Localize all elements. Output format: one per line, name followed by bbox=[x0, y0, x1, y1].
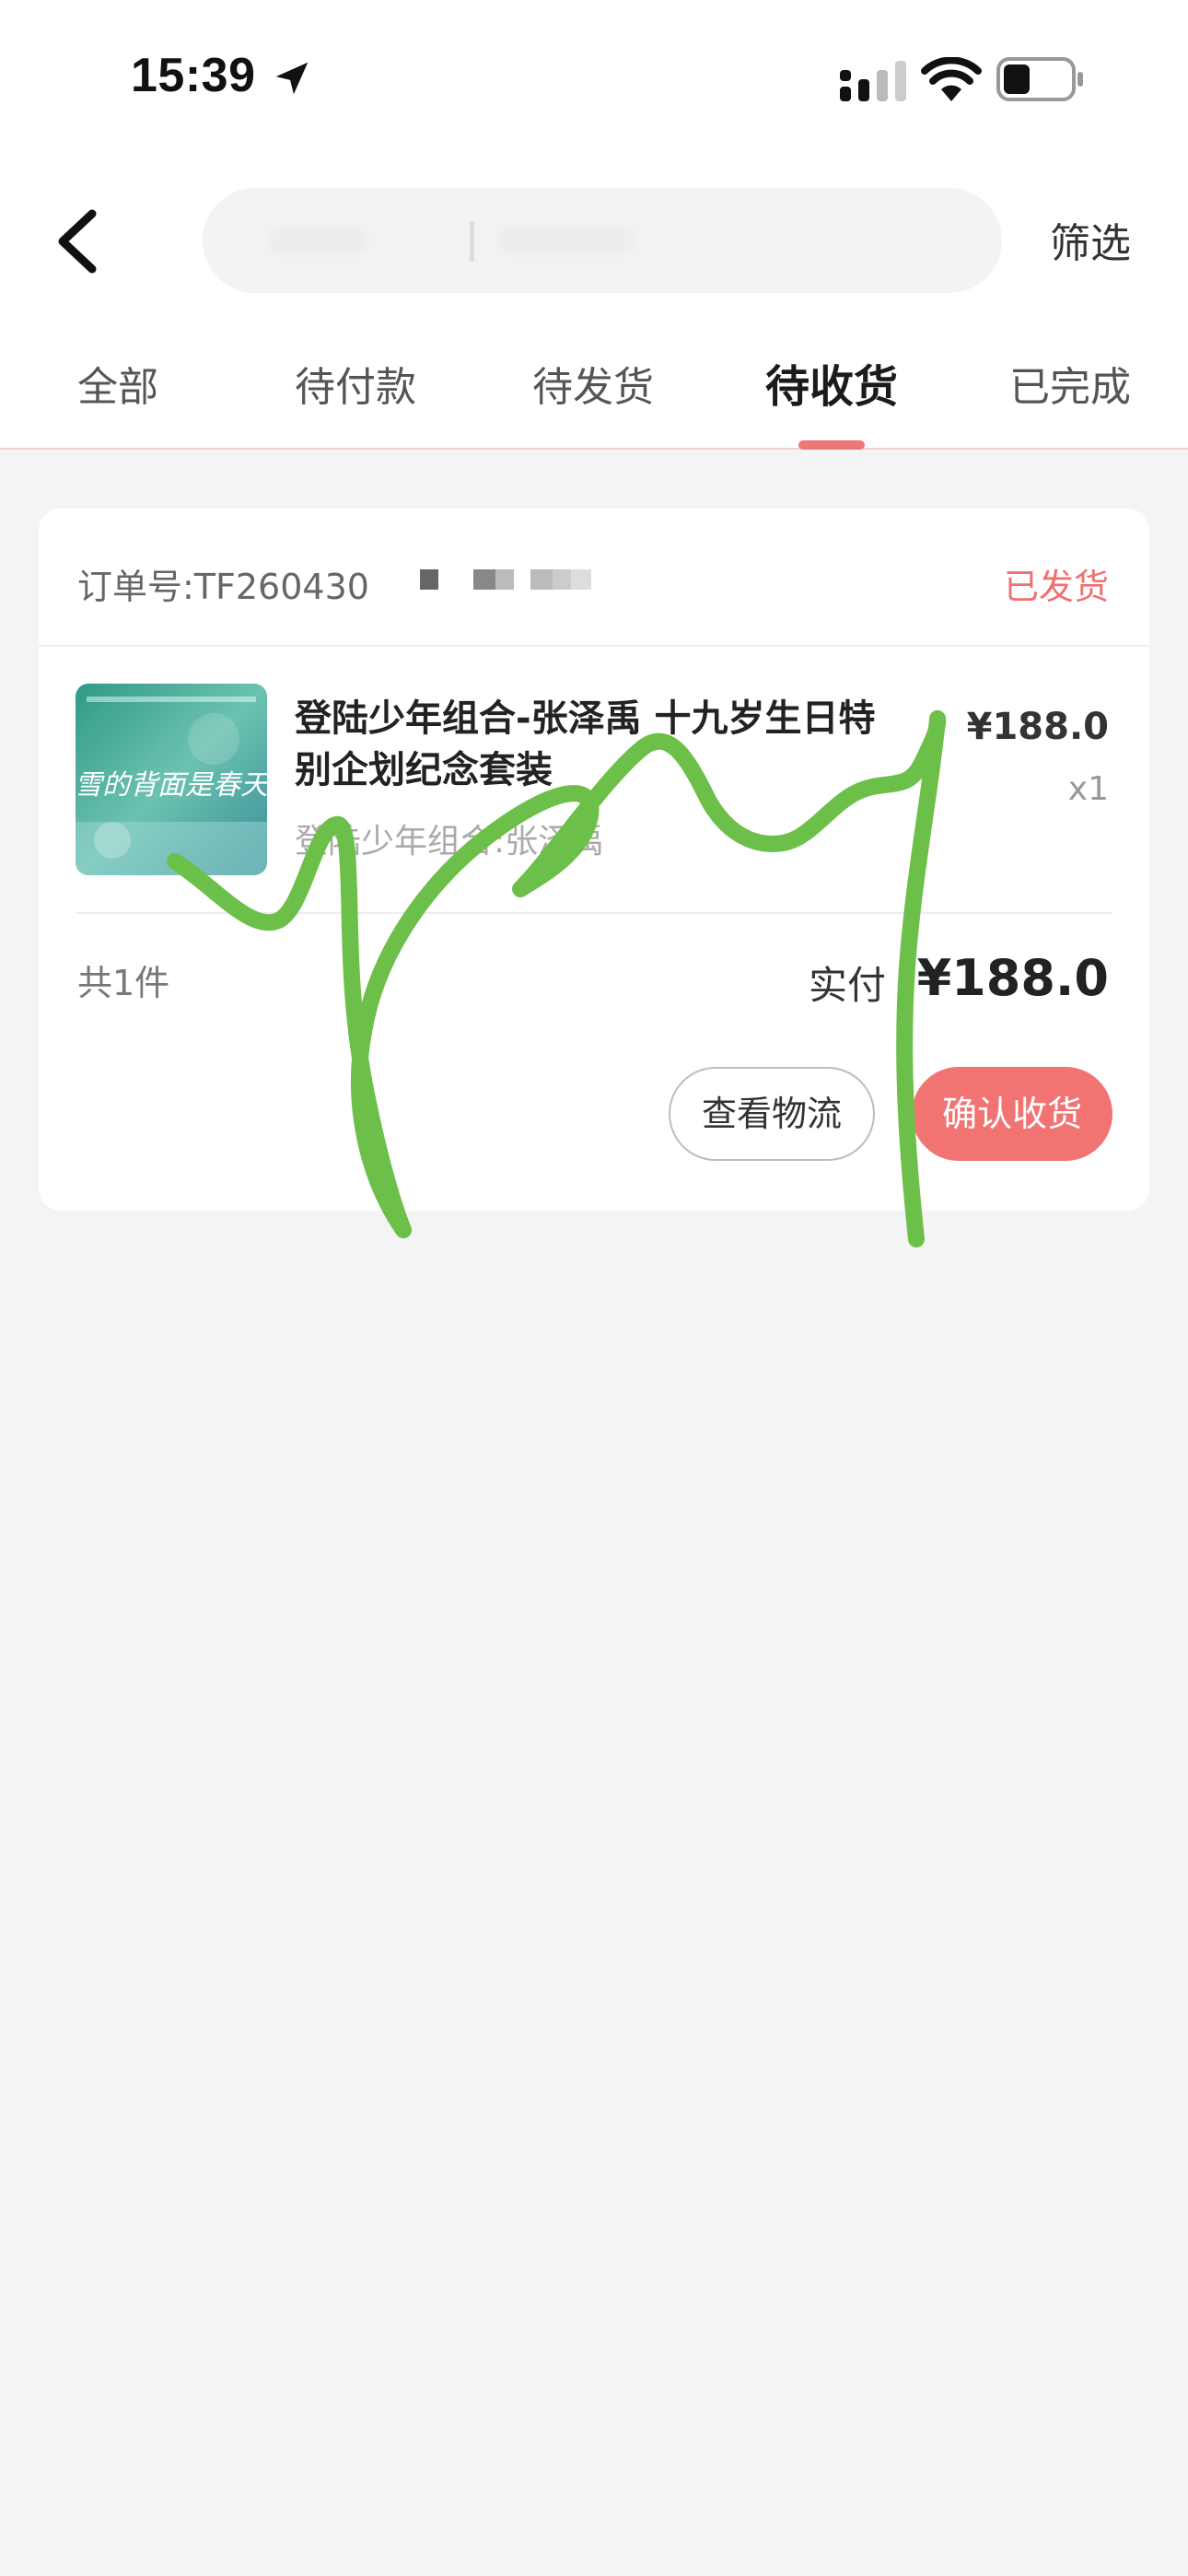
product-title[interactable]: 登陆少年组合-张泽禹 十九岁生日特别企划纪念套装 bbox=[295, 693, 884, 796]
divider bbox=[76, 912, 1112, 914]
wifi-icon bbox=[921, 57, 982, 101]
location-arrow-icon bbox=[275, 62, 309, 95]
order-status-badge: 已发货 bbox=[1003, 567, 1109, 607]
active-tab-indicator bbox=[798, 440, 865, 450]
unit-price: ¥188.0 bbox=[966, 706, 1109, 748]
order-number: 订单号:TF260430 bbox=[77, 567, 369, 607]
product-cover-art: 雪的背面是春天 bbox=[76, 684, 267, 875]
redaction-mask bbox=[473, 569, 495, 590]
redaction-mask bbox=[571, 569, 591, 590]
blurred-text bbox=[267, 227, 368, 254]
cellular-signal-icon bbox=[840, 61, 906, 101]
tab-all[interactable]: 全部 bbox=[26, 354, 210, 413]
product-image[interactable]: 雪的背面是春天 bbox=[76, 684, 267, 875]
redaction-mask bbox=[530, 569, 553, 590]
view-logistics-button[interactable]: 查看物流 bbox=[669, 1067, 875, 1161]
blurred-text bbox=[497, 227, 635, 254]
text-cursor bbox=[470, 221, 474, 262]
redaction-mask bbox=[495, 569, 514, 590]
top-area: 15:39 筛选 全部 待付款 待发货 待收货 已完成 bbox=[0, 0, 1188, 450]
battery-icon bbox=[996, 57, 1083, 101]
divider bbox=[39, 645, 1149, 647]
order-card[interactable]: 订单号:TF260430 已发货 雪的背面是春天 登陆少年组合-张泽禹 十九岁生… bbox=[39, 509, 1149, 1211]
redaction-mask bbox=[553, 569, 571, 590]
paid-label: 实付 bbox=[809, 963, 887, 1008]
back-icon[interactable] bbox=[52, 208, 103, 275]
filter-button[interactable]: 筛选 bbox=[1050, 210, 1131, 269]
redaction-mask bbox=[420, 569, 438, 590]
tab-pending-receipt[interactable]: 待收货 bbox=[740, 350, 924, 415]
tab-pending-payment[interactable]: 待付款 bbox=[263, 354, 448, 413]
search-input[interactable] bbox=[203, 188, 1002, 293]
paid-amount: ¥188.0 bbox=[916, 949, 1109, 1007]
tab-pending-shipment[interactable]: 待发货 bbox=[501, 354, 685, 413]
product-subtitle: 登陆少年组合:张泽禹 bbox=[295, 823, 605, 861]
tab-completed[interactable]: 已完成 bbox=[978, 354, 1162, 413]
status-time: 15:39 bbox=[131, 49, 256, 102]
item-count: 共1件 bbox=[77, 963, 170, 1003]
confirm-receipt-button[interactable]: 确认收货 bbox=[912, 1067, 1112, 1161]
quantity: x1 bbox=[1067, 770, 1109, 808]
cover-title: 雪的背面是春天 bbox=[76, 769, 267, 802]
